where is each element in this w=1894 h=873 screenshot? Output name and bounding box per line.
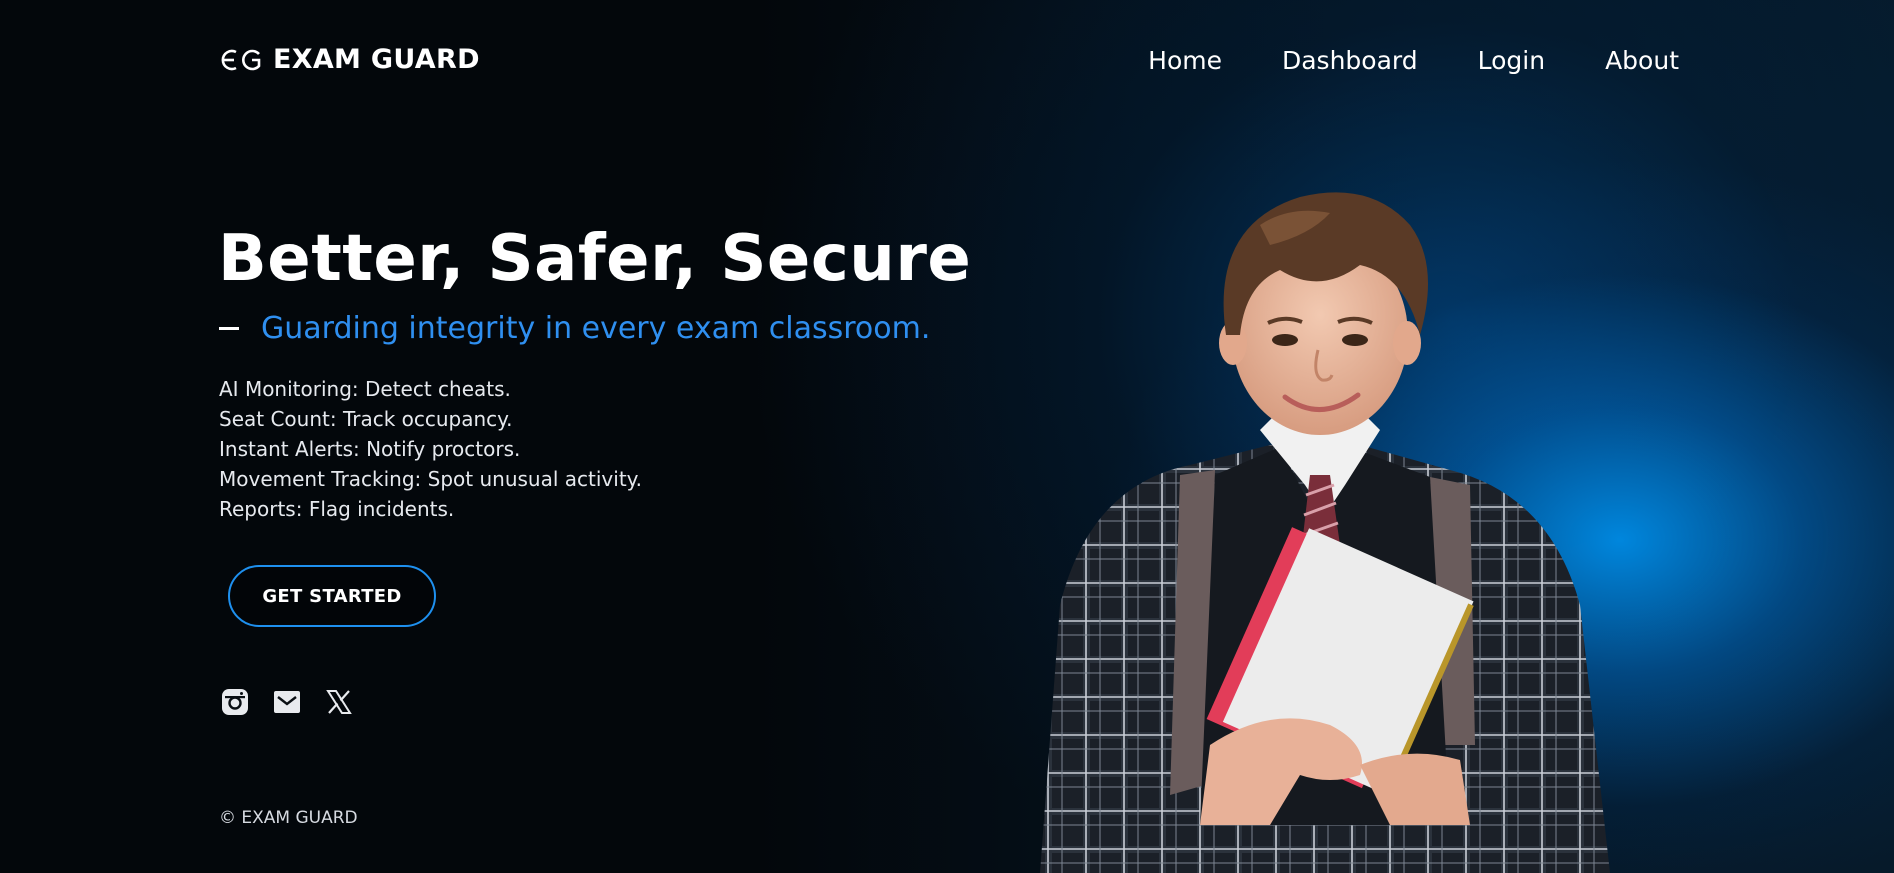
x-twitter-icon[interactable]	[325, 688, 353, 716]
feature-item: Instant Alerts: Notify proctors.	[219, 437, 521, 461]
eg-monogram-icon	[219, 46, 263, 74]
social-links	[221, 688, 353, 716]
brand-name: EXAM GUARD	[273, 44, 480, 75]
tagline-text: Guarding integrity in every exam classro…	[261, 311, 931, 346]
instagram-icon[interactable]	[221, 688, 249, 716]
mail-icon[interactable]	[273, 688, 301, 716]
nav-home[interactable]: Home	[1148, 46, 1222, 75]
feature-item: Seat Count: Track occupancy.	[219, 407, 513, 431]
footer-copyright: © EXAM GUARD	[219, 808, 358, 828]
nav-dashboard[interactable]: Dashboard	[1282, 46, 1418, 75]
feature-item: Movement Tracking: Spot unusual activity…	[219, 467, 642, 491]
get-started-button[interactable]: GET STARTED	[228, 565, 436, 627]
feature-item: Reports: Flag incidents.	[219, 497, 455, 521]
feature-list: AI Monitoring: Detect cheats. Seat Count…	[219, 374, 642, 524]
main-nav: Home Dashboard Login About	[1148, 46, 1679, 75]
nav-about[interactable]: About	[1605, 46, 1679, 75]
student-illustration	[1040, 192, 1610, 873]
nav-login[interactable]: Login	[1478, 46, 1545, 75]
brand[interactable]: EXAM GUARD	[219, 44, 480, 75]
feature-item: AI Monitoring: Detect cheats.	[219, 377, 511, 401]
hero-title: Better, Safer, Secure	[218, 222, 972, 296]
tagline: Guarding integrity in every exam classro…	[219, 311, 930, 346]
tagline-dash	[219, 327, 239, 330]
